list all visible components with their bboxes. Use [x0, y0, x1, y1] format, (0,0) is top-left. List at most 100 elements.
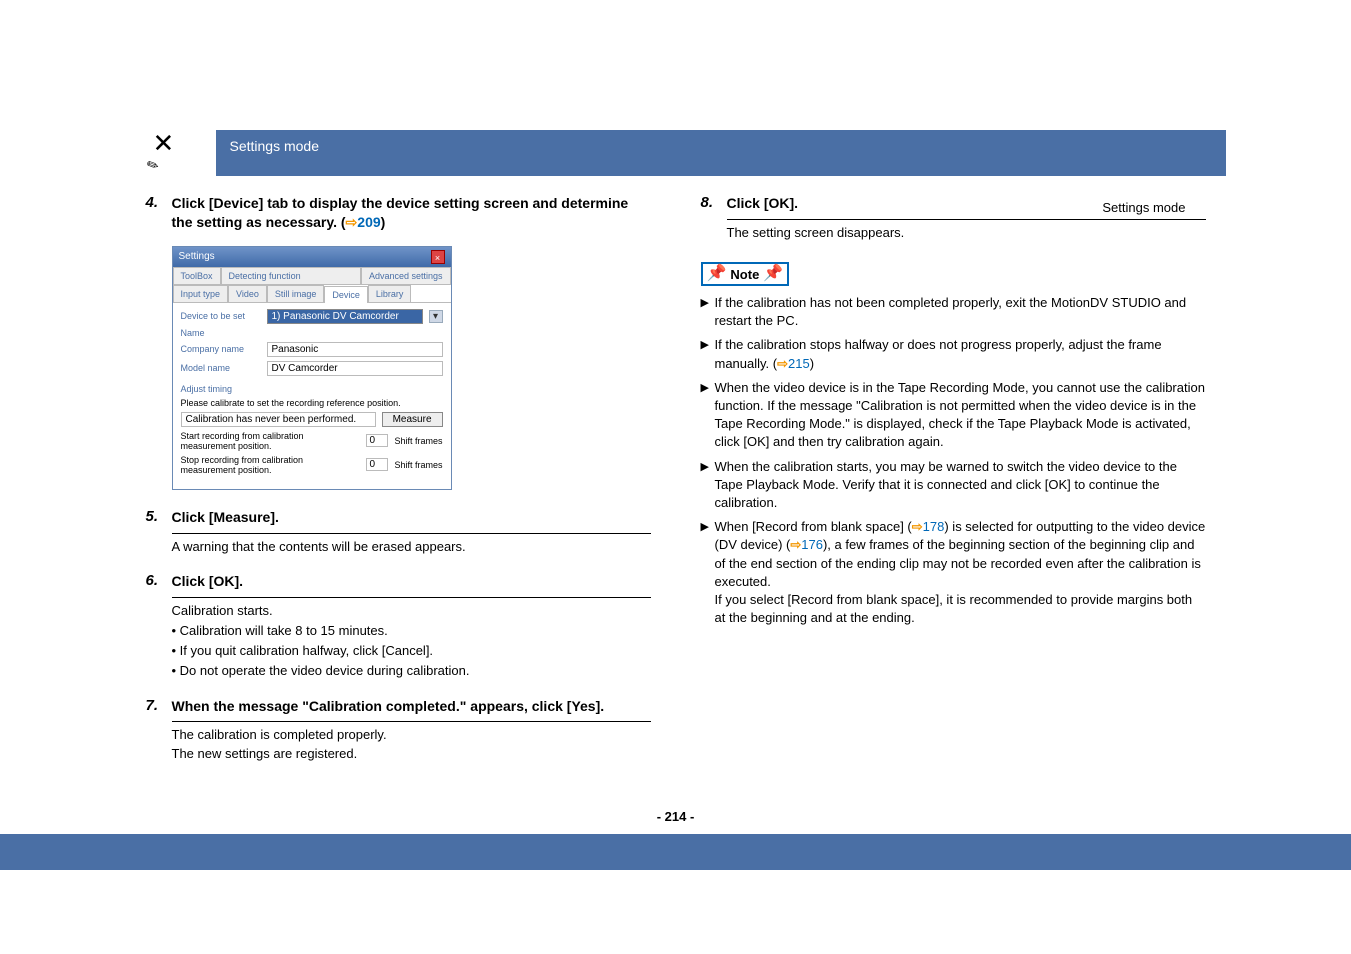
link-arrow-icon: ⇨: [346, 214, 358, 230]
triangle-bullet-icon: ▶: [701, 296, 711, 311]
note-badge: 📌 Note 📌: [701, 262, 790, 286]
step6-head: 6. Click [OK].: [146, 572, 651, 591]
settings-dialog: Settings × ToolBox Detecting function Ad…: [172, 246, 452, 490]
step-number: 8.: [701, 194, 719, 211]
step-number: 6.: [146, 572, 164, 589]
note-item: ▶ When the calibration starts, you may b…: [701, 458, 1206, 513]
step7-head: 7. When the message "Calibration complet…: [146, 697, 651, 716]
step6-title: Click [OK].: [172, 572, 244, 591]
link-arrow-icon: ⇨: [912, 519, 923, 534]
tab-library[interactable]: Library: [368, 285, 412, 302]
tab-still-image[interactable]: Still image: [267, 285, 325, 302]
section-icon-col: ✕ ✎: [126, 130, 216, 176]
note-item: ▶ When [Record from blank space] (⇨178) …: [701, 518, 1206, 627]
pushpin-icon: 📌: [707, 266, 727, 282]
document-page: Settings mode ✕ ✎ Settings mode 4. Click…: [126, 0, 1226, 834]
step7-body: The calibration is completed properly. T…: [172, 721, 651, 762]
step4-title: Click [Device] tab to display the device…: [172, 194, 651, 232]
stop-shift-input[interactable]: 0: [366, 458, 388, 471]
tab-toolbox[interactable]: ToolBox: [173, 267, 221, 284]
dialog-titlebar: Settings ×: [173, 247, 451, 267]
triangle-bullet-icon: ▶: [701, 338, 711, 353]
page-number: - 214 -: [126, 809, 1226, 834]
settings-dialog-screenshot: Settings × ToolBox Detecting function Ad…: [172, 246, 651, 490]
note5-text: When [Record from blank space] (⇨178) is…: [715, 518, 1206, 627]
note1-text: If the calibration has not been complete…: [715, 294, 1206, 330]
tab-detecting-function[interactable]: Detecting function: [221, 267, 361, 284]
note3-text: When the video device is in the Tape Rec…: [715, 379, 1206, 452]
close-icon[interactable]: ×: [431, 250, 445, 264]
step6-bullet3: • Do not operate the video device during…: [172, 662, 651, 680]
pushpin-icon: 📌: [763, 266, 783, 282]
device-select[interactable]: 1) Panasonic DV Camcorder: [267, 309, 423, 324]
right-column: 8. Click [OK]. The setting screen disapp…: [701, 194, 1206, 779]
step8-title: Click [OK].: [727, 194, 799, 213]
step7-line2: The new settings are registered.: [172, 745, 651, 763]
link-arrow-icon: ⇨: [790, 537, 801, 552]
tab-video[interactable]: Video: [228, 285, 267, 302]
note5-d: If you select [Record from blank space],…: [715, 591, 1206, 627]
link-arrow-icon: ⇨: [777, 356, 788, 371]
note4-text: When the calibration starts, you may be …: [715, 458, 1206, 513]
company-label: Company name: [181, 344, 261, 354]
model-input[interactable]: DV Camcorder: [267, 361, 443, 376]
step6-body: Calibration starts. • Calibration will t…: [172, 597, 651, 681]
page-link-176[interactable]: 176: [801, 537, 823, 552]
page-link-209[interactable]: 209: [357, 214, 380, 230]
step6-bullet2: • If you quit calibration halfway, click…: [172, 642, 651, 660]
triangle-bullet-icon: ▶: [701, 381, 711, 396]
section-title-band: Settings mode: [216, 130, 1226, 176]
note2-post: ): [810, 356, 814, 371]
tab-advanced-settings[interactable]: Advanced settings: [361, 267, 451, 284]
step7-title: When the message "Calibration completed.…: [172, 697, 605, 716]
stop-recording-label: Stop recording from calibration measurem…: [181, 455, 361, 475]
dialog-tabs-front: Input type Video Still image Device Libr…: [173, 285, 451, 303]
name-section-label: Name: [181, 328, 443, 338]
tab-input-type[interactable]: Input type: [173, 285, 229, 302]
tab-device[interactable]: Device: [324, 286, 368, 303]
page-link-215[interactable]: 215: [788, 356, 810, 371]
measure-button[interactable]: Measure: [382, 412, 443, 427]
step-number: 5.: [146, 508, 164, 525]
model-label: Model name: [181, 363, 261, 373]
pen-icon: ✎: [143, 155, 161, 175]
step4-head: 4. Click [Device] tab to display the dev…: [146, 194, 651, 232]
device-to-set-label: Device to be set: [181, 311, 261, 321]
calibrate-hint: Please calibrate to set the recording re…: [181, 398, 443, 408]
shift-frames-label-2: Shift frames: [394, 460, 442, 470]
step5-title: Click [Measure].: [172, 508, 279, 527]
step7-line1: The calibration is completed properly.: [172, 726, 651, 744]
dialog-tabs-back: ToolBox Detecting function Advanced sett…: [173, 267, 451, 285]
note-label: Note: [730, 267, 759, 282]
step5-head: 5. Click [Measure].: [146, 508, 651, 527]
company-input[interactable]: Panasonic: [267, 342, 443, 357]
page-link-178[interactable]: 178: [923, 519, 945, 534]
header-row: ✕ ✎ Settings mode: [126, 130, 1226, 176]
start-shift-input[interactable]: 0: [366, 434, 388, 447]
settings-mode-icon: ✕ ✎: [153, 130, 189, 172]
device-select-value: 1) Panasonic DV Camcorder: [272, 311, 399, 322]
step-number: 7.: [146, 697, 164, 714]
shift-frames-label: Shift frames: [394, 436, 442, 446]
lips-icon: ✕: [153, 130, 189, 156]
note5-a: When [Record from blank space] (: [715, 519, 912, 534]
step6-bullet1: • Calibration will take 8 to 15 minutes.: [172, 622, 651, 640]
dialog-title: Settings: [179, 251, 215, 262]
calibration-status: Calibration has never been performed.: [181, 412, 376, 427]
start-recording-label: Start recording from calibration measure…: [181, 431, 361, 451]
step6-line1: Calibration starts.: [172, 602, 651, 620]
note-item: ▶ If the calibration stops halfway or do…: [701, 336, 1206, 372]
note-item: ▶ When the video device is in the Tape R…: [701, 379, 1206, 452]
note-item: ▶ If the calibration has not been comple…: [701, 294, 1206, 330]
triangle-bullet-icon: ▶: [701, 520, 711, 535]
step-number: 4.: [146, 194, 164, 211]
step4-title-post: ): [381, 214, 386, 230]
content-columns: 4. Click [Device] tab to display the dev…: [126, 194, 1226, 799]
triangle-bullet-icon: ▶: [701, 460, 711, 475]
note2-text: If the calibration stops halfway or does…: [715, 336, 1206, 372]
step5-body: A warning that the contents will be eras…: [172, 533, 651, 556]
adjust-timing-label: Adjust timing: [181, 384, 443, 394]
chevron-down-icon[interactable]: ▾: [429, 310, 443, 323]
left-column: 4. Click [Device] tab to display the dev…: [146, 194, 651, 779]
footer-band: [0, 834, 1351, 870]
